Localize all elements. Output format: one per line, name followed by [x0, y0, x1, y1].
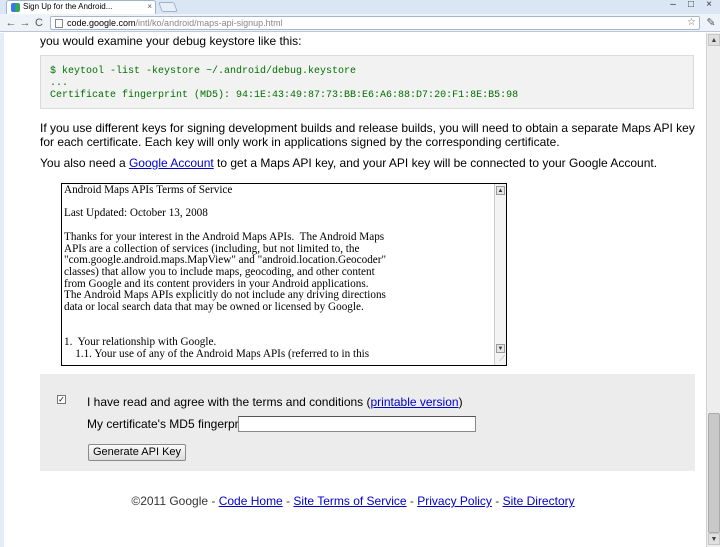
agree-label-prefix: I have read and agree with the terms and…	[87, 395, 371, 409]
terms-textarea[interactable]: Android Maps APIs Terms of Service Last …	[61, 183, 507, 366]
agree-label: I have read and agree with the terms and…	[87, 395, 463, 409]
url-path: /intl/ko/android/maps-api-signup.html	[135, 18, 283, 28]
new-tab-button[interactable]	[158, 2, 178, 12]
footer-link-site-directory[interactable]: Site Directory	[503, 494, 575, 508]
resize-grip-icon[interactable]: ⟋	[499, 354, 505, 364]
google-account-link[interactable]: Google Account	[129, 156, 214, 170]
bookmark-star-icon[interactable]: ☆	[687, 17, 696, 29]
scroll-down-icon[interactable]: ▼	[496, 344, 505, 353]
wrench-menu-icon[interactable]: ✎	[704, 16, 718, 30]
page-scroll-thumb[interactable]	[708, 413, 720, 533]
footer-link-site-terms[interactable]: Site Terms of Service	[293, 494, 406, 508]
footer-separator: -	[491, 494, 503, 508]
agree-panel: ✓ I have read and agree with the terms a…	[40, 374, 695, 471]
url-host: code.google.com	[67, 18, 136, 28]
code-line-1: $ keytool -list -keystore ~/.android/deb…	[50, 66, 357, 77]
printable-version-link[interactable]: printable version	[371, 395, 459, 409]
scroll-up-icon[interactable]: ▲	[496, 186, 505, 195]
maximize-icon[interactable]: □	[682, 0, 700, 12]
browser-toolbar: ← → C code.google.com/intl/ko/android/ma…	[0, 14, 720, 32]
reload-icon[interactable]: C	[32, 16, 46, 30]
md5-fingerprint-input[interactable]	[238, 416, 476, 432]
account-suffix: to get a Maps API key, and your API key …	[213, 156, 658, 170]
page-scroll-up-icon[interactable]: ▲	[708, 34, 720, 46]
terms-text: Android Maps APIs Terms of Service Last …	[64, 185, 387, 360]
md5-label: My certificate's MD5 fingerprint:	[87, 417, 255, 431]
page-scroll-down-icon[interactable]: ▼	[708, 533, 720, 545]
generate-api-key-button[interactable]: Generate API Key	[88, 444, 186, 461]
address-bar[interactable]: code.google.com/intl/ko/android/maps-api…	[50, 16, 700, 30]
account-prefix: You also need a	[40, 156, 129, 170]
back-arrow-icon[interactable]: ←	[4, 16, 18, 30]
footer-separator: -	[406, 494, 418, 508]
page-viewport: you would examine your debug keystore li…	[0, 33, 706, 547]
account-paragraph: You also need a Google Account to get a …	[40, 156, 700, 170]
footer-link-code-home[interactable]: Code Home	[219, 494, 283, 508]
page-icon	[55, 19, 63, 28]
terms-scrollbar[interactable]: ▲ ▼	[494, 184, 506, 365]
footer-link-privacy-policy[interactable]: Privacy Policy	[417, 494, 492, 508]
tab-title: Sign Up for the Android...	[23, 2, 113, 11]
footer: ©2011 Google - Code Home - Site Terms of…	[0, 494, 706, 508]
browser-titlebar: Sign Up for the Android... × – □ ×	[0, 0, 720, 14]
footer-separator: -	[282, 494, 294, 508]
code-line-3: Certificate fingerprint (MD5): 94:1E:43:…	[50, 90, 519, 101]
left-border	[0, 33, 4, 547]
browser-tab[interactable]: Sign Up for the Android... ×	[6, 0, 156, 14]
keys-paragraph: If you use different keys for signing de…	[40, 121, 695, 149]
tab-close-icon[interactable]: ×	[147, 1, 152, 13]
intro-line: you would examine your debug keystore li…	[40, 34, 302, 48]
agree-checkbox[interactable]: ✓	[57, 395, 66, 404]
code-block: $ keytool -list -keystore ~/.android/deb…	[40, 55, 694, 109]
close-window-icon[interactable]: ×	[700, 0, 718, 12]
minimize-icon[interactable]: –	[664, 0, 682, 12]
google-favicon-icon	[11, 3, 20, 12]
footer-copyright: ©2011 Google -	[131, 494, 219, 508]
agree-label-suffix: )	[458, 395, 463, 409]
code-line-2: ...	[50, 78, 69, 89]
forward-arrow-icon[interactable]: →	[18, 16, 32, 30]
page-scrollbar[interactable]: ▲ ▼	[706, 33, 720, 547]
